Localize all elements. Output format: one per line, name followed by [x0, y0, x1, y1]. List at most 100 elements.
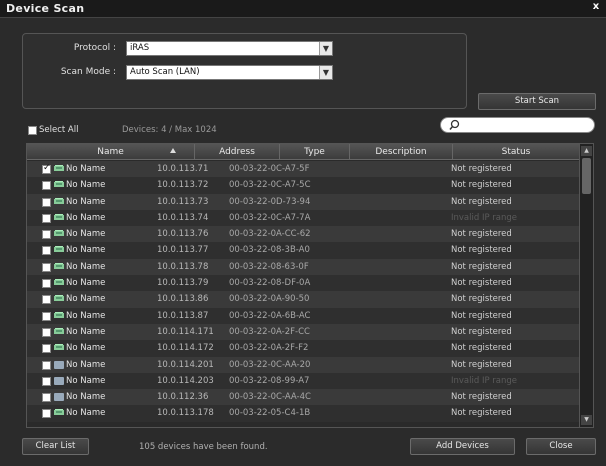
device-status: Not registered [451, 359, 512, 370]
device-mac: 00-03-22-0C-A7-5F [229, 164, 310, 174]
select-all[interactable]: Select All [28, 125, 78, 136]
sort-ascending-icon [170, 148, 176, 153]
device-ip: 10.0.113.74 [157, 212, 209, 223]
close-icon[interactable]: x [590, 1, 602, 15]
nvr-icon [54, 409, 64, 417]
row-checkbox[interactable] [42, 230, 51, 240]
camera-icon [54, 376, 64, 385]
row-checkbox[interactable] [42, 360, 51, 370]
camera-icon [54, 360, 64, 369]
title-bar: Device Scan x [0, 0, 606, 18]
table-row[interactable]: No Name 10.0.113.76 00-03-22-0A-CC-62 Not r… [27, 226, 579, 243]
device-mac: 00-03-22-0C-A7-7A [229, 212, 311, 223]
select-all-checkbox[interactable] [28, 125, 37, 135]
device-status: Not registered [451, 343, 512, 354]
chevron-down-icon[interactable]: ▼ [319, 66, 332, 79]
scan-mode-select[interactable]: Auto Scan (LAN) ▼ [126, 65, 333, 80]
add-devices-button[interactable]: Add Devices [410, 438, 515, 455]
table-row[interactable]: No Name 10.0.114.172 00-03-22-0A-2F-F2 Not … [27, 340, 579, 357]
device-status: Invalid IP range [451, 212, 518, 223]
device-ip: 10.0.113.73 [157, 196, 209, 207]
device-status: Not registered [451, 261, 512, 272]
device-table: Name Address Type Description Status No … [26, 143, 594, 428]
device-name: No Name [66, 278, 106, 289]
table-row[interactable]: No Name 10.0.113.71 00-03-22-0C-A7-5F Not r… [27, 161, 579, 178]
device-ip: 10.0.113.79 [157, 278, 209, 289]
column-header-address[interactable]: Address [195, 144, 280, 160]
device-mac: 00-03-22-0A-2F-CC [229, 326, 310, 337]
device-mac: 00-03-22-0C-A7-5C [229, 180, 311, 191]
table-row[interactable]: No Name 10.0.113.79 00-03-22-08-DF-0A Not r… [27, 275, 579, 292]
device-name: No Name [66, 180, 106, 191]
row-checkbox[interactable] [42, 279, 51, 289]
vertical-scrollbar[interactable]: ▲ ▼ [579, 144, 593, 427]
device-ip: 10.0.113.77 [157, 245, 209, 256]
device-status: Not registered [451, 278, 512, 289]
row-checkbox[interactable] [42, 344, 51, 354]
row-checkbox[interactable] [42, 311, 51, 321]
table-row[interactable]: No Name 10.0.113.73 00-03-22-0D-73-94 Not r… [27, 193, 579, 210]
device-ip: 10.0.112.36 [157, 392, 209, 403]
device-ip: 10.0.114.171 [157, 326, 214, 337]
device-name: No Name [66, 392, 106, 403]
row-checkbox[interactable] [42, 181, 51, 191]
table-row[interactable]: No Name 10.0.113.178 00-03-22-05-C4-1B Not … [27, 405, 579, 422]
device-status: Not registered [451, 326, 512, 337]
table-row[interactable]: No Name 10.0.114.201 00-03-22-0C-AA-20 Not … [27, 356, 579, 373]
table-row[interactable]: No Name 10.0.113.78 00-03-22-08-63-0F Not r… [27, 258, 579, 276]
device-name: No Name [66, 359, 106, 370]
device-status: Not registered [451, 294, 512, 305]
nvr-icon [54, 246, 64, 254]
row-checkbox[interactable] [42, 213, 51, 223]
table-row[interactable]: No Name 10.0.114.171 00-03-22-0A-2F-CC Not … [27, 323, 579, 341]
found-status-text: 105 devices have been found. [139, 442, 268, 452]
row-checkbox[interactable] [42, 393, 51, 403]
table-row[interactable]: No Name 10.0.113.72 00-03-22-0C-A7-5C Not r… [27, 177, 579, 194]
nvr-icon [54, 197, 64, 206]
start-scan-button[interactable]: Start Scan [478, 93, 596, 110]
row-checkbox[interactable] [42, 246, 51, 256]
row-checkbox[interactable] [42, 376, 51, 386]
scroll-up-icon[interactable]: ▲ [581, 146, 592, 156]
row-checkbox[interactable] [42, 163, 51, 174]
device-name: No Name [66, 375, 106, 386]
device-ip: 10.0.113.72 [157, 180, 209, 191]
device-ip: 10.0.113.178 [157, 408, 214, 419]
device-ip: 10.0.114.203 [157, 375, 214, 386]
table-header: Name Address Type Description Status [27, 144, 579, 160]
protocol-select[interactable]: iRAS ▼ [126, 41, 333, 56]
device-count: Devices: 4 / Max 1024 [122, 125, 217, 135]
nvr-icon [54, 344, 64, 352]
column-header-name[interactable]: Name [27, 144, 195, 160]
column-header-status[interactable]: Status [453, 144, 579, 160]
row-checkbox[interactable] [42, 262, 51, 272]
row-checkbox[interactable] [42, 197, 51, 207]
search-icon [449, 119, 460, 130]
column-header-type[interactable]: Type [280, 144, 350, 160]
row-checkbox[interactable] [42, 409, 51, 419]
row-checkbox[interactable] [42, 327, 51, 337]
device-status: Invalid IP range [451, 375, 518, 386]
device-status: Not registered [451, 310, 512, 321]
device-name: No Name [66, 196, 106, 207]
row-checkbox[interactable] [42, 295, 51, 305]
table-row[interactable]: No Name 10.0.112.36 00-03-22-0C-AA-4C Not r… [27, 389, 579, 406]
close-button[interactable]: Close [526, 438, 596, 455]
table-row[interactable]: No Name 10.0.113.74 00-03-22-0C-A7-7A Inval… [27, 209, 579, 227]
scroll-thumb[interactable] [582, 158, 591, 194]
table-row[interactable]: No Name 10.0.113.77 00-03-22-08-3B-A0 Not r… [27, 242, 579, 259]
clear-list-button[interactable]: Clear List [22, 438, 89, 455]
device-ip: 10.0.114.172 [157, 343, 214, 354]
chevron-down-icon[interactable]: ▼ [319, 42, 332, 55]
scroll-down-icon[interactable]: ▼ [581, 415, 592, 425]
table-row[interactable]: No Name 10.0.113.86 00-03-22-0A-90-50 Not r… [27, 291, 579, 308]
device-mac: 00-03-22-08-63-0F [229, 261, 309, 272]
device-ip: 10.0.113.71 [157, 164, 209, 174]
device-mac: 00-03-22-0A-90-50 [229, 294, 310, 305]
table-row[interactable]: No Name 10.0.113.87 00-03-22-0A-6B-AC Not r… [27, 307, 579, 324]
column-header-description[interactable]: Description [350, 144, 453, 160]
device-status: Not registered [451, 392, 512, 403]
device-ip: 10.0.113.86 [157, 294, 209, 305]
search-input[interactable] [440, 117, 595, 133]
table-row[interactable]: No Name 10.0.114.203 00-03-22-08-99-A7 Inva… [27, 372, 579, 390]
